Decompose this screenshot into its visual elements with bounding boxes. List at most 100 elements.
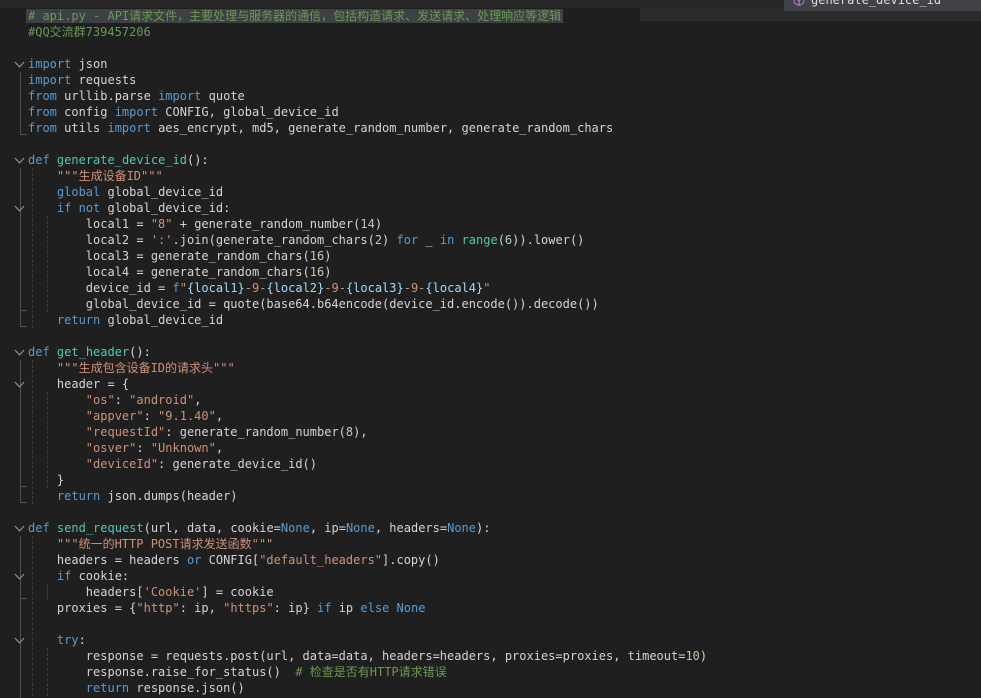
code-token: get_header <box>57 345 129 359</box>
code-line[interactable]: "osver": "Unknown", <box>28 440 223 456</box>
code-token: if <box>57 201 71 215</box>
code-token: ) <box>382 233 396 247</box>
code-line[interactable]: # api.py - API请求文件，主要处理与服务器的通信，包括构造请求、发送… <box>28 8 561 24</box>
code-token: "https" <box>223 601 274 615</box>
code-token: {local1} <box>187 281 245 295</box>
code-line[interactable]: import requests <box>28 72 136 88</box>
fold-guide <box>20 168 21 326</box>
code-token: requests <box>71 73 136 87</box>
code-line[interactable]: def generate_device_id(): <box>28 152 209 168</box>
fold-chevron-icon[interactable] <box>12 56 26 72</box>
code-line[interactable]: return global_device_id <box>28 312 223 328</box>
fold-guide-hook <box>20 598 27 599</box>
code-line[interactable]: from urllib.parse import quote <box>28 88 245 104</box>
code-token: 16 <box>310 249 324 263</box>
code-token: cookie: <box>71 569 129 583</box>
code-token: def <box>28 153 50 167</box>
code-token: 14 <box>360 217 374 231</box>
fold-chevron-icon[interactable] <box>12 344 26 360</box>
code-token: def <box>28 521 50 535</box>
code-line[interactable]: "requestId": generate_random_number(8), <box>28 424 368 440</box>
fold-chevron-icon[interactable] <box>12 632 26 648</box>
code-editor[interactable]: # api.py - API请求文件，主要处理与服务器的通信，包括构造请求、发送… <box>0 0 981 698</box>
code-line[interactable]: import json <box>28 56 107 72</box>
code-token <box>50 345 57 359</box>
code-token: {local2} <box>266 281 324 295</box>
code-line[interactable]: "deviceId": generate_device_id() <box>28 456 317 472</box>
fold-guide-hook <box>20 502 27 503</box>
code-line[interactable]: response.raise_for_status() # 检查是否有HTTP请… <box>28 664 447 680</box>
code-line[interactable]: def send_request(url, data, cookie=None,… <box>28 520 490 536</box>
code-token <box>28 457 86 471</box>
code-token: , <box>216 441 223 455</box>
code-line[interactable]: """生成包含设备ID的请求头""" <box>28 360 235 376</box>
code-token: : generate_random_number( <box>165 425 346 439</box>
code-token: : <box>144 409 158 423</box>
code-token: not <box>79 201 101 215</box>
fold-guide-hook <box>20 134 27 135</box>
fold-chevron-icon[interactable] <box>12 200 26 216</box>
code-token: (): <box>187 153 209 167</box>
code-token: range <box>462 233 498 247</box>
fold-guide <box>20 72 21 134</box>
code-line[interactable]: if cookie: <box>28 568 129 584</box>
code-token: "osver" <box>86 441 137 455</box>
suggestion-item-label[interactable]: generate_device_id <box>811 0 941 7</box>
fold-guide-hook <box>20 326 27 327</box>
code-token <box>28 489 57 503</box>
code-line[interactable]: "appver": "9.1.40", <box>28 408 223 424</box>
code-line[interactable]: proxies = {"http": ip, "https": ip} if i… <box>28 600 425 616</box>
code-line[interactable]: "os": "android", <box>28 392 201 408</box>
code-token <box>71 201 78 215</box>
code-token: ), <box>353 425 367 439</box>
code-line[interactable]: header = { <box>28 376 129 392</box>
code-token: response.json() <box>129 681 245 695</box>
code-token: from <box>28 89 57 103</box>
code-token: local3 = generate_random_chars( <box>28 249 310 263</box>
code-line[interactable]: local1 = "8" + generate_random_number(14… <box>28 216 382 232</box>
code-line[interactable]: from utils import aes_encrypt, md5, gene… <box>28 120 613 136</box>
code-token: ) <box>324 249 331 263</box>
suggest-popup[interactable]: generate_device_id <box>783 0 981 11</box>
code-line[interactable]: global_device_id = quote(base64.b64encod… <box>28 296 599 312</box>
code-token: in <box>440 233 454 247</box>
code-line[interactable]: local4 = generate_random_chars(16) <box>28 264 331 280</box>
code-line[interactable]: response = requests.post(url, data=data,… <box>28 648 707 664</box>
code-token <box>28 441 86 455</box>
code-line[interactable]: if not global_device_id: <box>28 200 230 216</box>
code-token: # 检查是否有HTTP请求错误 <box>295 665 446 679</box>
code-line[interactable]: """统一的HTTP POST请求发送函数""" <box>28 536 273 552</box>
fold-chevron-icon[interactable] <box>12 520 26 536</box>
code-line[interactable]: headers = headers or CONFIG["default_hea… <box>28 552 440 568</box>
code-line[interactable]: #QQ交流群739457206 <box>28 24 151 40</box>
fold-chevron-icon[interactable] <box>12 568 26 584</box>
code-token: 2 <box>375 233 382 247</box>
code-token: ) <box>375 217 382 231</box>
code-line[interactable]: try: <box>28 632 86 648</box>
code-token: headers[ <box>28 585 144 599</box>
fold-chevron-icon[interactable] <box>12 376 26 392</box>
code-token: #QQ交流群739457206 <box>28 25 151 39</box>
code-line[interactable]: headers['Cookie'] = cookie <box>28 584 274 600</box>
code-token: 10 <box>685 649 699 663</box>
code-line[interactable]: """生成设备ID""" <box>28 168 163 184</box>
code-line[interactable]: def get_header(): <box>28 344 151 360</box>
code-line[interactable]: return response.json() <box>28 680 245 696</box>
code-token: config <box>57 105 115 119</box>
code-line[interactable]: local2 = ':'.join(generate_random_chars(… <box>28 232 584 248</box>
code-line[interactable]: global global_device_id <box>28 184 223 200</box>
code-line[interactable]: return json.dumps(header) <box>28 488 238 504</box>
code-token: from <box>28 105 57 119</box>
code-line[interactable]: } <box>28 472 64 488</box>
code-line[interactable]: device_id = f"{local1}-9-{local2}-9-{loc… <box>28 280 490 296</box>
code-token <box>28 393 86 407</box>
code-token: quote <box>201 89 244 103</box>
code-token: response.raise_for_status() <box>28 665 295 679</box>
code-token: : ip} <box>274 601 317 615</box>
fold-chevron-icon[interactable] <box>12 152 26 168</box>
code-token: import <box>107 121 150 135</box>
code-line[interactable]: local3 = generate_random_chars(16) <box>28 248 331 264</box>
code-token: f <box>173 281 180 295</box>
code-line[interactable]: from config import CONFIG, global_device… <box>28 104 339 120</box>
code-token: (url, data, cookie= <box>144 521 281 535</box>
